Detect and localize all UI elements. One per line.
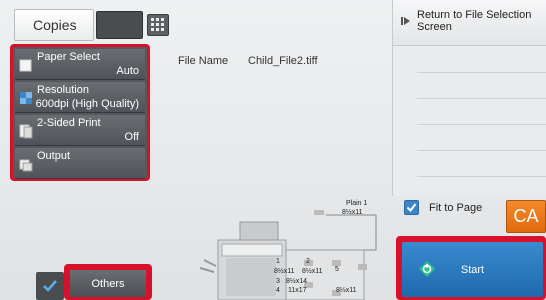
- list-divider: [417, 98, 546, 99]
- paper-select-button[interactable]: Paper Select Auto: [15, 49, 145, 80]
- paper-select-label: Paper Select: [37, 51, 100, 63]
- tray-1-size: 8½x11: [274, 268, 295, 275]
- output-button[interactable]: Output: [15, 148, 145, 179]
- resolution-label: Resolution: [37, 84, 89, 96]
- resolution-value: 600dpi (High Quality): [35, 98, 139, 110]
- others-button[interactable]: Others: [70, 270, 146, 297]
- clear-all-button[interactable]: CA: [506, 200, 546, 233]
- start-label: Start: [460, 264, 485, 276]
- start-button[interactable]: Start: [402, 242, 543, 297]
- tray-4-number: 4: [276, 287, 280, 294]
- keypad-icon: [151, 18, 164, 31]
- duplex-icon: [19, 124, 33, 139]
- tray-4-size: 11x17: [288, 287, 307, 294]
- two-sided-print-value: Off: [124, 131, 139, 143]
- copies-label: Copies: [14, 9, 94, 41]
- checkmark-icon: [406, 203, 417, 213]
- list-divider: [417, 176, 546, 177]
- output-icon: [19, 159, 33, 172]
- return-arrow-icon: [401, 17, 410, 25]
- two-sided-print-button[interactable]: 2-Sided Print Off: [15, 115, 145, 146]
- fit-to-page-label: Fit to Page: [429, 202, 483, 214]
- others-highlight: Others: [64, 264, 152, 300]
- tray-1-number: 1: [276, 258, 280, 265]
- machine-diagram: Plain 1 8½x11 1 2 8½x11 8½x11 5 3 8½x14 …: [196, 198, 386, 300]
- two-sided-print-label: 2-Sided Print: [37, 117, 101, 129]
- right-panel: Return to File Selection Screen: [392, 0, 546, 196]
- paper-select-icon: [19, 59, 32, 72]
- tray-3-size: 8½x14: [286, 278, 308, 285]
- return-to-file-selection-label: Return to File Selection Screen: [417, 9, 532, 33]
- resolution-icon: [20, 92, 32, 104]
- file-name-value: Child_File2.tiff: [248, 55, 318, 67]
- preview-check-button[interactable]: [36, 272, 64, 300]
- tray-5-size: 8½x11: [336, 287, 357, 294]
- list-divider: [417, 72, 546, 73]
- checkmark-icon: [43, 280, 57, 292]
- top-tray-size: 8½x11: [342, 209, 363, 216]
- list-divider: [417, 150, 546, 151]
- file-name-label: File Name: [178, 55, 229, 67]
- output-label: Output: [37, 150, 71, 162]
- keypad-button[interactable]: [147, 14, 169, 36]
- tray-2-size: 8½x11: [302, 268, 323, 275]
- list-divider: [417, 124, 546, 125]
- paper-select-value: Auto: [116, 65, 139, 77]
- copies-count-field[interactable]: [96, 11, 143, 39]
- resolution-button[interactable]: Resolution 600dpi (High Quality): [15, 82, 145, 113]
- function-panel: Paper Select Auto Resolution 600dpi (Hig…: [10, 44, 150, 181]
- tray-3-number: 3: [276, 278, 280, 285]
- fit-to-page-checkbox[interactable]: [404, 200, 419, 215]
- start-highlight: Start: [396, 236, 546, 300]
- tray-5-number: 5: [335, 266, 339, 273]
- return-to-file-selection-button[interactable]: Return to File Selection Screen: [393, 0, 546, 46]
- top-tray-type: Plain 1: [346, 200, 368, 207]
- tray-2-number: 2: [306, 258, 310, 265]
